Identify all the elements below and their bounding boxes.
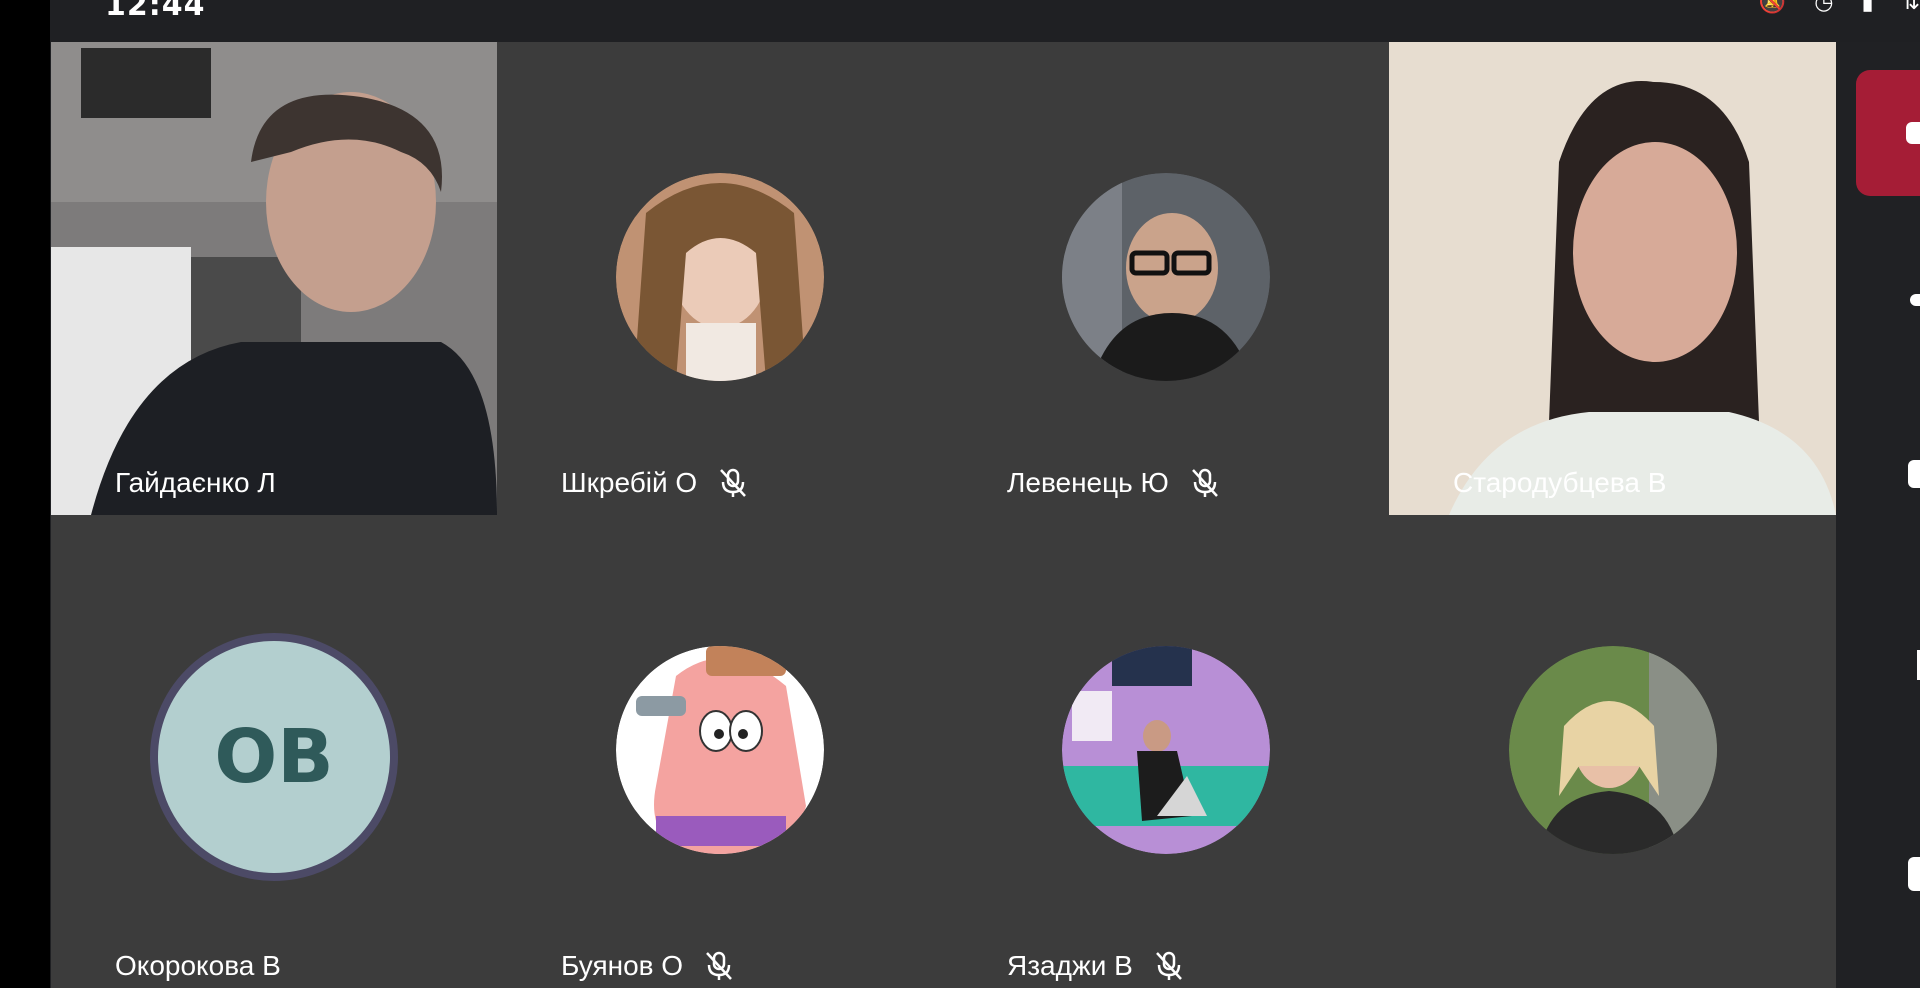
participant-avatar-7 bbox=[1062, 646, 1270, 854]
left-bezel bbox=[0, 0, 50, 988]
participant-video-4 bbox=[1389, 42, 1836, 515]
signal-icon: ▮ bbox=[1861, 0, 1874, 15]
participant-tile-6[interactable]: Буянов О bbox=[497, 515, 943, 988]
participant-tile-8[interactable] bbox=[1389, 515, 1836, 988]
participant-initials: OB bbox=[214, 714, 334, 800]
participant-name-row-5: Окорокова В bbox=[115, 950, 281, 982]
mic-off-icon bbox=[720, 468, 747, 497]
participant-name-row-7: Язаджи В bbox=[1007, 950, 1183, 982]
raise-hand-button[interactable] bbox=[1856, 70, 1920, 196]
camera-button[interactable] bbox=[1856, 812, 1920, 938]
participant-name-label: Гайдаєнко Л bbox=[115, 467, 276, 498]
mic-icon bbox=[1907, 650, 1920, 680]
chat-button[interactable] bbox=[1856, 242, 1920, 368]
participant-name-label: Шкребій О bbox=[561, 467, 698, 498]
mic-off-icon bbox=[706, 951, 732, 980]
participant-avatar-3 bbox=[1062, 173, 1270, 381]
participant-tile-7[interactable]: Язаджи В bbox=[943, 515, 1389, 988]
side-controls-panel bbox=[1836, 42, 1920, 988]
alarm-icon: ◷ bbox=[1814, 0, 1834, 15]
mic-button[interactable] bbox=[1856, 602, 1920, 728]
chat-icon bbox=[1910, 294, 1920, 306]
participant-name-row-3: Левенець Ю bbox=[1007, 467, 1219, 499]
meeting-screen: 12:44 🔕 ◷ ▮ ⇅ Гайдаєнко Л Шкребій О Леве… bbox=[0, 0, 1920, 988]
participant-tile-2[interactable]: Шкребій О bbox=[497, 42, 943, 515]
participant-name-label: Левенець Ю bbox=[1007, 467, 1169, 498]
wifi-icon: ⇅ bbox=[1901, 0, 1920, 15]
participant-name-label: Стародубцева В bbox=[1453, 467, 1667, 498]
participant-name-row-1: Гайдаєнко Л bbox=[115, 467, 276, 499]
status-bar: 12:44 🔕 ◷ ▮ ⇅ bbox=[50, 0, 1920, 42]
participant-name-row-2: Шкребій О bbox=[561, 467, 747, 499]
participant-initials-avatar: OB bbox=[150, 633, 398, 881]
mic-off-icon bbox=[1155, 951, 1182, 980]
participant-tile-3[interactable]: Левенець Ю bbox=[943, 42, 1389, 515]
participant-name-label: Буянов О bbox=[561, 950, 684, 981]
participant-name-row-6: Буянов О bbox=[561, 950, 733, 982]
people-icon bbox=[1908, 460, 1920, 488]
camera-icon bbox=[1908, 857, 1920, 891]
participant-avatar-8 bbox=[1509, 646, 1717, 854]
participant-avatar-2 bbox=[616, 173, 824, 381]
participant-tile-4[interactable]: Стародубцева В bbox=[1389, 42, 1836, 515]
participant-name-label: Окорокова В bbox=[115, 950, 281, 981]
mic-off-icon bbox=[1191, 468, 1218, 497]
participant-avatar-6 bbox=[616, 646, 824, 854]
mute-notifications-icon: 🔕 bbox=[1758, 0, 1787, 15]
participant-video-1 bbox=[51, 42, 497, 515]
participant-name-label: Язаджи В bbox=[1007, 950, 1133, 981]
participant-tile-1[interactable]: Гайдаєнко Л bbox=[51, 42, 497, 515]
participant-name-row-4: Стародубцева В bbox=[1453, 467, 1666, 499]
participant-tile-5[interactable]: OB Окорокова В bbox=[51, 515, 497, 988]
status-clock: 12:44 bbox=[105, 0, 206, 23]
people-button[interactable] bbox=[1856, 412, 1920, 538]
status-icons: 🔕 ◷ ▮ ⇅ bbox=[1759, 0, 1920, 15]
hand-icon bbox=[1906, 122, 1920, 144]
